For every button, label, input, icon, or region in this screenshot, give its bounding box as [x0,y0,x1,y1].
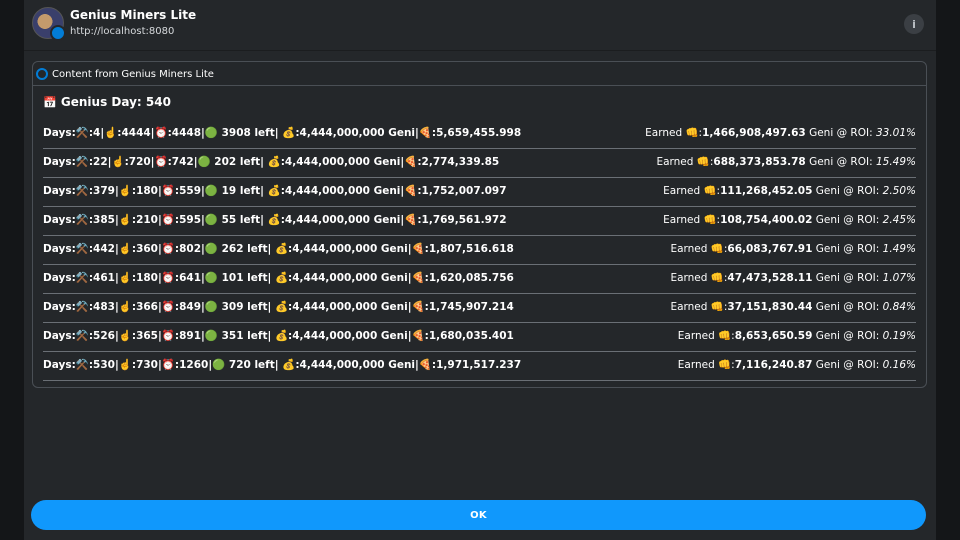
roi-value: 1.49% [882,243,916,255]
miner-row: Days:⚒️:442|☝️:360|⏰:802|🟢 262 left| 💰:4… [43,236,916,265]
snap-dialog: Genius Miners Lite http://localhost:8080… [24,0,936,540]
roi-value: 33.01% [875,127,916,139]
snap-content-box: Content from Genius Miners Lite 📅 Genius… [32,61,927,388]
earned-value: 1,466,908,497.63 [702,127,806,139]
miner-earnings: Earned 👊:1,466,908,497.63 Geni @ ROI: 33… [645,126,916,139]
geni-roi-label: Geni @ ROI: [812,272,883,284]
dialog-header: Genius Miners Lite http://localhost:8080… [24,0,936,51]
miner-row: Days:⚒️:483|☝️:366|⏰:849|🟢 309 left| 💰:4… [43,294,916,323]
earned-value: 688,373,853.78 [713,156,806,168]
miner-earnings: Earned 👊:37,151,830.44 Geni @ ROI: 0.84% [670,300,916,313]
app-url: http://localhost:8080 [70,26,175,37]
miner-row: Days:⚒️:530|☝️:730|⏰:1260|🟢 720 left| 💰:… [43,352,916,381]
roi-value: 1.07% [882,272,916,284]
miner-row: Days:⚒️:526|☝️:365|⏰:891|🟢 351 left| 💰:4… [43,323,916,352]
geni-roi-label: Geni @ ROI: [812,330,883,342]
miner-stats: Days:⚒️:379|☝️:180|⏰:559|🟢 19 left| 💰:4,… [43,185,507,197]
roi-value: 0.16% [882,359,916,371]
miner-stats: Days:⚒️:461|☝️:180|⏰:641|🟢 101 left| 💰:4… [43,272,514,284]
geni-roi-label: Geni @ ROI: [812,243,883,255]
geni-roi-label: Geni @ ROI: [812,359,883,371]
earned-value: 111,268,452.05 [720,185,813,197]
miner-stats: Days:⚒️:4|☝️:4444|⏰:4448|🟢 3908 left| 💰:… [43,127,522,139]
snap-source-icon [36,68,48,80]
content-source-text: Content from Genius Miners Lite [52,68,214,80]
roi-value: 2.50% [882,185,916,197]
geni-roi-label: Geni @ ROI: [805,127,876,139]
earned-label: Earned 👊: [656,156,714,168]
earned-label: Earned 👊: [670,243,728,255]
earned-label: Earned 👊: [663,214,721,226]
genius-day-text: Genius Day: 540 [60,95,171,109]
earned-label: Earned 👊: [677,359,735,371]
miner-earnings: Earned 👊:47,473,528.11 Geni @ ROI: 1.07% [670,271,916,284]
roi-value: 15.49% [875,156,916,168]
snap-badge-icon [50,25,66,41]
geni-roi-label: Geni @ ROI: [805,156,876,168]
earned-value: 66,083,767.91 [727,243,813,255]
roi-value: 0.19% [882,330,916,342]
ok-button[interactable]: OK [31,500,926,530]
app-name: Genius Miners Lite [70,8,197,22]
miner-earnings: Earned 👊:111,268,452.05 Geni @ ROI: 2.50… [663,184,916,197]
content-source-label: Content from Genius Miners Lite [36,67,214,81]
earned-value: 7,116,240.87 [734,359,813,371]
geni-roi-label: Geni @ ROI: [812,214,883,226]
miner-rows: Days:⚒️:4|☝️:4444|⏰:4448|🟢 3908 left| 💰:… [43,120,916,381]
genius-day-heading: 📅 Genius Day: 540 [43,95,171,109]
miner-row: Days:⚒️:379|☝️:180|⏰:559|🟢 19 left| 💰:4,… [43,178,916,207]
earned-label: Earned 👊: [677,330,735,342]
miner-earnings: Earned 👊:66,083,767.91 Geni @ ROI: 1.49% [670,242,916,255]
miner-stats: Days:⚒️:526|☝️:365|⏰:891|🟢 351 left| 💰:4… [43,330,514,342]
miner-earnings: Earned 👊:688,373,853.78 Geni @ ROI: 15.4… [656,155,916,168]
roi-value: 0.84% [882,301,916,313]
miner-stats: Days:⚒️:22|☝️:720|⏰:742|🟢 202 left| 💰:4,… [43,156,500,168]
miner-stats: Days:⚒️:385|☝️:210|⏰:595|🟢 55 left| 💰:4,… [43,214,507,226]
divider [33,85,926,86]
geni-roi-label: Geni @ ROI: [812,185,883,197]
info-icon[interactable]: i [904,14,924,34]
earned-label: Earned 👊: [645,127,703,139]
miner-row: Days:⚒️:4|☝️:4444|⏰:4448|🟢 3908 left| 💰:… [43,120,916,149]
miner-row: Days:⚒️:461|☝️:180|⏰:641|🟢 101 left| 💰:4… [43,265,916,294]
earned-label: Earned 👊: [670,272,728,284]
calendar-icon: 📅 [43,96,57,109]
roi-value: 2.45% [882,214,916,226]
miner-row: Days:⚒️:22|☝️:720|⏰:742|🟢 202 left| 💰:4,… [43,149,916,178]
miner-earnings: Earned 👊:7,116,240.87 Geni @ ROI: 0.16% [678,358,916,371]
earned-value: 37,151,830.44 [727,301,813,313]
geni-roi-label: Geni @ ROI: [812,301,883,313]
miner-stats: Days:⚒️:483|☝️:366|⏰:849|🟢 309 left| 💰:4… [43,301,514,313]
earned-label: Earned 👊: [663,185,721,197]
earned-label: Earned 👊: [670,301,728,313]
earned-value: 108,754,400.02 [720,214,813,226]
miner-row: Days:⚒️:385|☝️:210|⏰:595|🟢 55 left| 💰:4,… [43,207,916,236]
earned-value: 47,473,528.11 [727,272,813,284]
miner-earnings: Earned 👊:108,754,400.02 Geni @ ROI: 2.45… [663,213,916,226]
miner-stats: Days:⚒️:530|☝️:730|⏰:1260|🟢 720 left| 💰:… [43,359,522,371]
miner-earnings: Earned 👊:8,653,650.59 Geni @ ROI: 0.19% [678,329,916,342]
miner-stats: Days:⚒️:442|☝️:360|⏰:802|🟢 262 left| 💰:4… [43,243,514,255]
snap-avatar [32,7,66,41]
earned-value: 8,653,650.59 [734,330,813,342]
